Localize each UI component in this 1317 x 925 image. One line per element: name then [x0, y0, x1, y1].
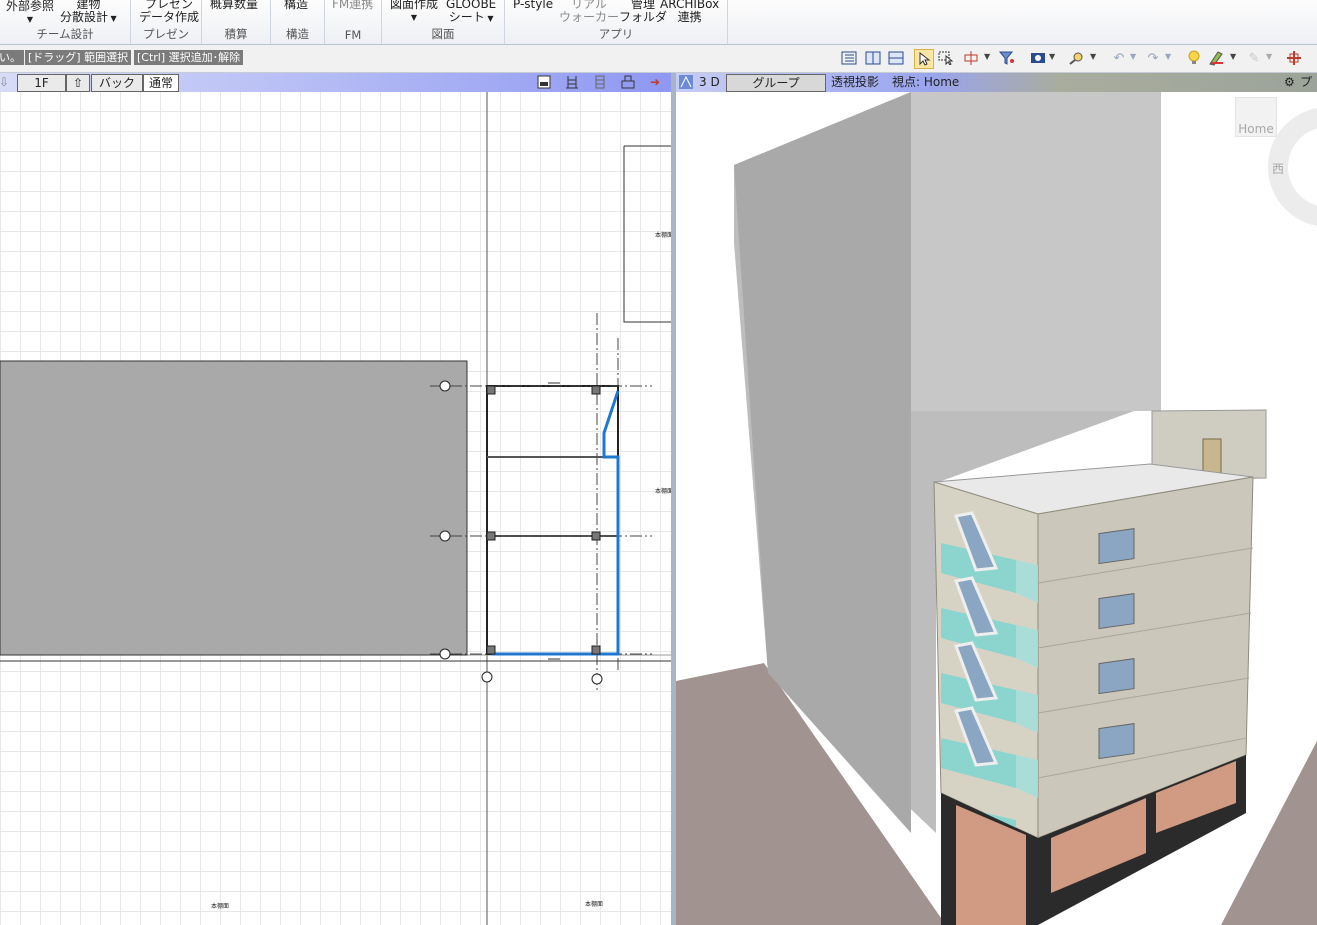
rooftop-door[interactable] [1202, 438, 1222, 476]
column[interactable] [486, 531, 496, 541]
column[interactable] [591, 385, 601, 395]
drawing-create-button[interactable]: 図面作成 ▼ [390, 0, 438, 24]
ribbon-group-label: 構造 [286, 27, 309, 41]
search-icon[interactable] [1068, 49, 1086, 67]
dropdown-arrow-icon[interactable]: ▼ [1049, 52, 1055, 61]
ribbon-group-apps: P-style リアル ウォーカー 管理 フォルダ ARCHIBox 連携 アプ… [505, 0, 728, 44]
grid-bubble[interactable] [439, 648, 451, 660]
ribbon-group-label: FM [344, 28, 362, 42]
ribbon-group-structure: 構造 構造 [271, 0, 325, 44]
data-create-label: データ作成 [139, 10, 200, 24]
select-pointer-icon[interactable] [914, 49, 934, 69]
filter-icon[interactable] [998, 49, 1016, 67]
plan-view[interactable]: ⇩ 1F ⇧ バック 通常 ➜ 本棚面 本棚面 本棚面 本棚面 [0, 73, 671, 925]
dropdown-arrow-icon: ▼ [410, 13, 418, 22]
fm-link-button[interactable]: FM連携 [332, 0, 373, 11]
structure-button[interactable]: 構造 [284, 0, 308, 11]
ribbon-group-fm: FM連携 FM [325, 0, 382, 44]
dropdown-arrow-icon[interactable]: ▼ [1090, 52, 1096, 61]
drawing-create-label: 図面作成 [390, 0, 439, 11]
snap-icon[interactable] [962, 49, 980, 67]
window[interactable] [1098, 723, 1135, 760]
dropdown-arrow-icon[interactable]: ▼ [1130, 52, 1136, 61]
dropdown-arrow-icon: ▼ [108, 14, 117, 23]
move-icon[interactable] [1285, 49, 1303, 67]
ribbon-group-label: 積算 [224, 27, 248, 41]
presentation-data-button[interactable]: プレゼン データ作成 [139, 0, 199, 24]
command-toolbar: い。 [ドラッグ] 範囲選択 [Ctrl] 選択追加･解除 ▼ ▼ ▼ ↶ ▼ … [0, 45, 1317, 73]
undo-icon[interactable]: ↶ [1110, 49, 1128, 67]
real-walker-button[interactable]: リアル ウォーカー [559, 0, 619, 24]
column[interactable] [486, 645, 496, 655]
status-hint: [Ctrl] 選択追加･解除 [134, 50, 244, 65]
neighbor-building-face [911, 92, 1161, 411]
plan-annotation: 本棚面 [211, 902, 229, 910]
building-outline[interactable] [486, 385, 619, 655]
window[interactable] [1098, 528, 1135, 565]
dropdown-arrow-icon[interactable]: ▼ [1266, 52, 1272, 61]
two-pane-icon[interactable] [864, 49, 882, 67]
window[interactable] [1098, 593, 1135, 630]
ribbon-group-label: 図面 [431, 27, 455, 41]
compass-west-label: 西 [1272, 162, 1285, 176]
home-view-button[interactable]: Home [1235, 97, 1277, 137]
ribbon-group-label: アプリ [598, 27, 634, 41]
quantity-button[interactable]: 概算数量 [210, 0, 258, 11]
distributed-design-label: 分散設計 [60, 10, 109, 24]
3d-view[interactable]: 3 D グループ 透視投影 視点: Home ⚙ プ Home 西 [676, 73, 1317, 925]
external-reference-button[interactable]: 外部参照 ▼ [6, 0, 54, 26]
ribbon-group-team: 外部参照 ▼ 建物 分散設計 ▼ チーム設計 [0, 0, 131, 44]
gloobe-sheet-button[interactable]: GLOOBE シート ▼ [446, 0, 496, 25]
plan-drawing: 本棚面 本棚面 本棚面 本棚面 [0, 92, 671, 925]
walker-label: ウォーカー [559, 10, 620, 24]
info-icon[interactable] [1029, 49, 1047, 67]
sheet-label: シート [448, 10, 485, 24]
redo-icon[interactable]: ↷ [1144, 49, 1162, 67]
archibox-link-button[interactable]: ARCHIBox 連携 [660, 0, 719, 24]
p-style-button[interactable]: P-style [513, 0, 553, 11]
dropdown-arrow-icon[interactable]: ▼ [1230, 52, 1236, 61]
grid-bubble[interactable] [481, 671, 493, 683]
eraser-icon[interactable]: ✎ [1245, 49, 1263, 67]
column[interactable] [486, 385, 496, 395]
external-reference-label: 外部参照 [6, 0, 55, 13]
ribbon-group-presentation: プレゼン データ作成 プレゼン [131, 0, 202, 44]
neighbor-building[interactable] [0, 360, 468, 656]
dropdown-arrow-icon[interactable]: ▼ [1165, 52, 1171, 61]
column[interactable] [591, 645, 601, 655]
distributed-design-button[interactable]: 建物 分散設計 ▼ [60, 0, 117, 25]
window[interactable] [1098, 658, 1135, 695]
bulb-icon[interactable] [1185, 49, 1203, 67]
plan-annotation: 本棚面 [655, 487, 671, 495]
horizontal-split-icon[interactable] [887, 49, 905, 67]
ribbon-group-label: チーム設計 [36, 27, 94, 41]
ribbon-group-label: プレゼン [143, 27, 189, 41]
grid-bubble[interactable] [591, 673, 603, 685]
ribbon-group-drawing: 図面作成 ▼ GLOOBE シート ▼ 図面 [382, 0, 505, 44]
window-select-icon[interactable] [937, 49, 955, 67]
ribbon-group-estimate: 概算数量 積算 [202, 0, 271, 44]
dropdown-arrow-icon: ▼ [26, 15, 34, 24]
status-hint: [ドラッグ] 範囲選択 [25, 50, 132, 65]
dropdown-arrow-icon[interactable]: ▼ [984, 52, 990, 61]
grid-bubble[interactable] [439, 530, 451, 542]
home-label: Home [1238, 122, 1274, 136]
column[interactable] [591, 531, 601, 541]
link-label: 連携 [677, 10, 702, 24]
plan-annotation: 本棚面 [655, 231, 671, 239]
grid-bubble[interactable] [439, 380, 451, 392]
3d-scene [676, 92, 1317, 925]
paint-icon[interactable] [1208, 49, 1226, 67]
plan-annotation: 本棚面 [585, 900, 603, 908]
selected-element-outline[interactable] [492, 390, 620, 656]
ribbon: 外部参照 ▼ 建物 分散設計 ▼ チーム設計 プレゼン データ作成 プレゼン 概… [0, 0, 1317, 45]
status-hint: い。 [0, 50, 24, 65]
dropdown-arrow-icon: ▼ [484, 14, 494, 23]
list-view-icon[interactable] [840, 49, 858, 67]
